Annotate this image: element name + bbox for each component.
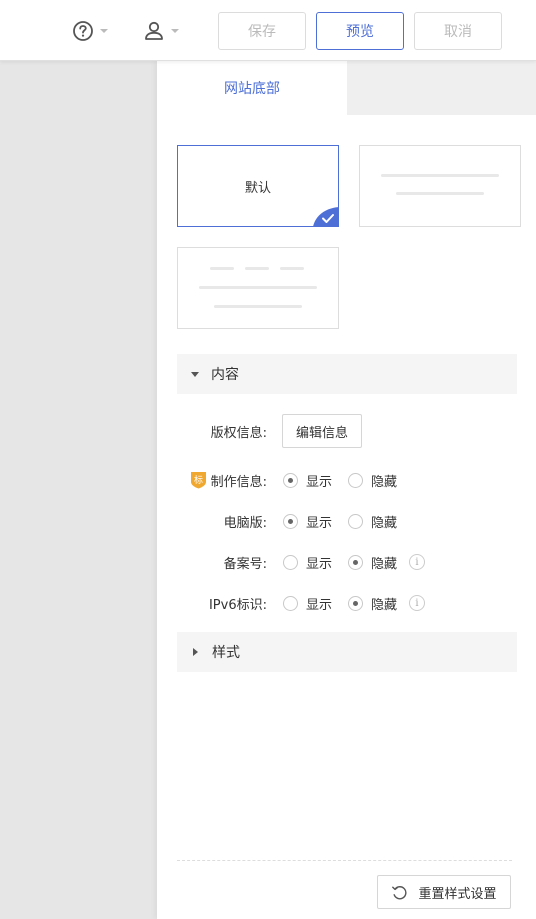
template-two-lines[interactable] (359, 145, 521, 227)
user-dropdown[interactable] (143, 18, 179, 44)
radio-label: 隐藏 (371, 474, 398, 490)
template-default[interactable]: 默认 (177, 145, 339, 227)
radio-label: 显示 (306, 474, 333, 490)
template-preview-line (381, 174, 499, 177)
help-circle-icon (73, 21, 93, 41)
info-icon[interactable]: i (409, 595, 426, 611)
ipv6-radios: 显示 隐藏 i (283, 594, 426, 613)
ipv6-show-radio[interactable] (283, 595, 298, 611)
ipv6-label: IPv6标识: (208, 597, 267, 613)
template-preview-line (396, 192, 484, 195)
template-preview-line (245, 267, 269, 270)
edit-info-button[interactable]: 编辑信息 (282, 414, 362, 448)
radio-label: 显示 (306, 515, 333, 531)
caret-right-icon (193, 648, 198, 656)
ipv6-row: IPv6标识: 显示 隐藏 i (157, 588, 536, 618)
template-preview-line (280, 267, 304, 270)
check-icon (313, 207, 338, 226)
template-preview-line (210, 267, 234, 270)
desktop-hide-radio[interactable] (348, 513, 364, 529)
radio-label: 隐藏 (371, 556, 398, 572)
template-preview-line (199, 286, 317, 289)
desktop-show-radio[interactable] (283, 513, 298, 529)
section-title: 内容 (211, 367, 239, 383)
copyright-row: 版权信息: 编辑信息 (157, 414, 536, 448)
icp-row: 备案号: 显示 隐藏 i (157, 547, 536, 577)
preview-button[interactable]: 预览 (316, 12, 404, 50)
cancel-button[interactable]: 取消 (414, 12, 502, 50)
info-icon[interactable]: i (409, 554, 426, 570)
save-button[interactable]: 保存 (218, 12, 306, 50)
radio-label: 隐藏 (371, 515, 398, 531)
desktop-radios: 显示 隐藏 (283, 512, 413, 531)
settings-panel: 网站底部 默认 内容 版权信息: 编辑信息 标 制作信息: 显示 隐藏 电脑版:… (157, 61, 536, 919)
svg-text:标: 标 (194, 474, 203, 486)
icp-show-radio[interactable] (283, 554, 298, 570)
help-dropdown[interactable] (72, 18, 108, 44)
template-preview-line (214, 305, 302, 308)
radio-label: 显示 (306, 597, 333, 613)
icp-radios: 显示 隐藏 i (283, 553, 426, 572)
producer-hide-radio[interactable] (348, 472, 364, 488)
radio-label: 隐藏 (371, 597, 398, 613)
section-style-header[interactable]: 样式 (177, 632, 517, 672)
reset-style-button[interactable]: 重置样式设置 (377, 875, 511, 909)
template-label: 默认 (244, 180, 271, 196)
copyright-label: 版权信息: (210, 425, 267, 441)
section-title: 样式 (212, 645, 240, 661)
tab-bar: 网站底部 (157, 61, 536, 115)
tab-website-footer[interactable]: 网站底部 (157, 61, 347, 115)
top-toolbar: 保存 预览 取消 (0, 0, 536, 61)
chevron-down-icon (171, 29, 179, 33)
section-content-header[interactable]: 内容 (177, 354, 517, 394)
icp-label: 备案号: (223, 556, 267, 572)
ipv6-hide-radio[interactable] (348, 595, 364, 611)
template-three-lines[interactable] (177, 247, 339, 329)
producer-info-row: 标 制作信息: 显示 隐藏 (157, 465, 536, 495)
footer-divider (177, 860, 512, 861)
radio-label: 显示 (306, 556, 333, 572)
tag-badge-icon: 标 (191, 472, 206, 489)
caret-down-icon (191, 371, 199, 377)
reset-style-label: 重置样式设置 (418, 885, 497, 901)
desktop-label: 电脑版: (223, 515, 267, 531)
icp-hide-radio[interactable] (348, 554, 364, 570)
producer-show-radio[interactable] (283, 472, 298, 488)
producer-info-radios: 显示 隐藏 (283, 471, 413, 490)
chevron-down-icon (100, 29, 108, 33)
producer-info-label: 制作信息: (210, 474, 267, 490)
user-icon (145, 21, 163, 40)
reset-icon (392, 885, 407, 899)
desktop-row: 电脑版: 显示 隐藏 (157, 506, 536, 536)
